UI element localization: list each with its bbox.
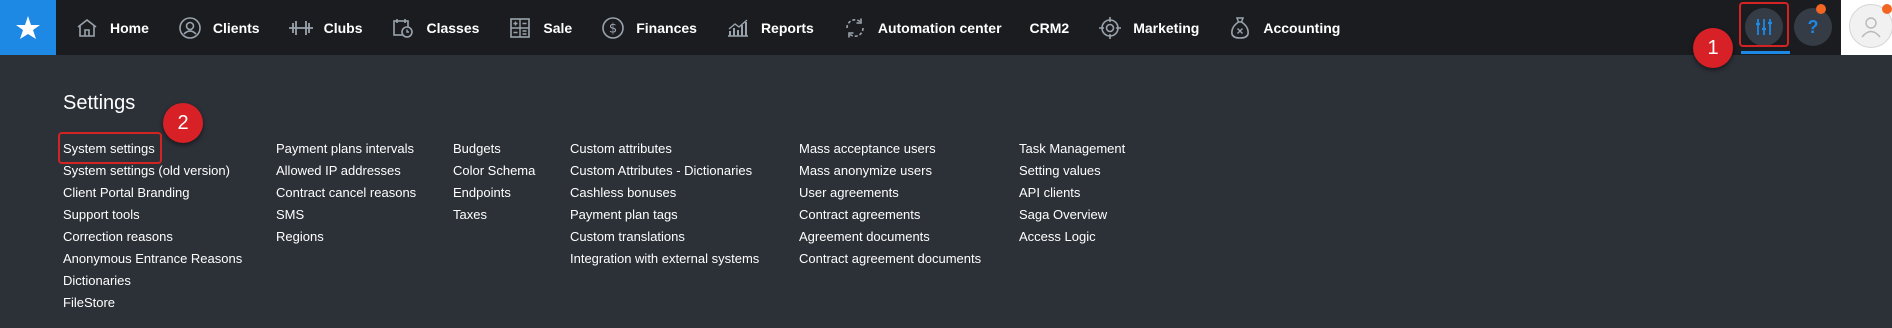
- nav-label: Classes: [426, 19, 480, 36]
- nav-label: Finances: [636, 19, 697, 36]
- nav-label: Home: [110, 19, 149, 36]
- link-regions[interactable]: Regions: [276, 226, 416, 248]
- link-mass-anonymize-users[interactable]: Mass anonymize users: [799, 160, 981, 182]
- link-integration-external-systems[interactable]: Integration with external systems: [570, 248, 759, 270]
- link-allowed-ip-addresses[interactable]: Allowed IP addresses: [276, 160, 416, 182]
- settings-active-indicator: [1741, 51, 1790, 54]
- calendar-clock-icon: [390, 15, 416, 41]
- link-filestore[interactable]: FileStore: [63, 292, 242, 314]
- link-custom-attributes-dictionaries[interactable]: Custom Attributes - Dictionaries: [570, 160, 759, 182]
- link-payment-plans-intervals[interactable]: Payment plans intervals: [276, 138, 416, 160]
- link-support-tools[interactable]: Support tools: [63, 204, 242, 226]
- link-saga-overview[interactable]: Saga Overview: [1019, 204, 1125, 226]
- settings-column-2: Payment plans intervals Allowed IP addre…: [276, 138, 416, 248]
- callout-number: 2: [177, 111, 189, 134]
- chart-icon: [725, 15, 751, 41]
- nav-item-sale[interactable]: Sale: [493, 0, 586, 55]
- nav-label: Reports: [760, 19, 814, 36]
- link-custom-translations[interactable]: Custom translations: [570, 226, 759, 248]
- link-color-schema[interactable]: Color Schema: [453, 160, 535, 182]
- callout-number: 1: [1707, 36, 1719, 59]
- nav-item-classes[interactable]: Classes: [376, 0, 493, 55]
- nav-label: CRM2: [1029, 19, 1070, 36]
- link-contract-cancel-reasons[interactable]: Contract cancel reasons: [276, 182, 416, 204]
- target-icon: [1097, 15, 1123, 41]
- main-nav: Home Clients Clubs Classes Sale $ Financ…: [60, 0, 1354, 55]
- notification-dot: [1816, 4, 1826, 14]
- link-correction-reasons[interactable]: Correction reasons: [63, 226, 242, 248]
- link-custom-attributes[interactable]: Custom attributes: [570, 138, 759, 160]
- app-logo[interactable]: [0, 0, 56, 55]
- nav-label: Sale: [543, 19, 573, 36]
- nav-item-clubs[interactable]: Clubs: [274, 0, 377, 55]
- nav-label: Marketing: [1133, 19, 1200, 36]
- help-icon: ?: [1807, 16, 1819, 37]
- nav-label: Clients: [212, 19, 260, 36]
- settings-title: Settings: [63, 92, 136, 114]
- link-api-clients[interactable]: API clients: [1019, 182, 1125, 204]
- settings-column-4: Custom attributes Custom Attributes - Di…: [570, 138, 759, 270]
- link-mass-acceptance-users[interactable]: Mass acceptance users: [799, 138, 981, 160]
- link-task-management[interactable]: Task Management: [1019, 138, 1125, 160]
- link-user-agreements[interactable]: User agreements: [799, 182, 981, 204]
- link-access-logic[interactable]: Access Logic: [1019, 226, 1125, 248]
- link-anonymous-entrance-reasons[interactable]: Anonymous Entrance Reasons: [63, 248, 242, 270]
- link-endpoints[interactable]: Endpoints: [453, 182, 535, 204]
- avatar-notification-dot: [1882, 4, 1892, 14]
- star-logo-icon: [16, 15, 40, 39]
- settings-column-6: Task Management Setting values API clien…: [1019, 138, 1125, 248]
- nav-item-finances[interactable]: $ Finances: [586, 0, 711, 55]
- clients-icon: [177, 15, 203, 41]
- nav-item-clients[interactable]: Clients: [163, 0, 274, 55]
- user-icon: [1861, 17, 1881, 38]
- help-button[interactable]: ?: [1794, 8, 1832, 46]
- system-settings-highlight-box: [58, 132, 162, 164]
- link-contract-agreement-documents[interactable]: Contract agreement documents: [799, 248, 981, 270]
- nav-item-marketing[interactable]: Marketing: [1083, 0, 1213, 55]
- link-client-portal-branding[interactable]: Client Portal Branding: [63, 182, 242, 204]
- nav-item-crm2[interactable]: CRM2: [1016, 0, 1084, 55]
- dumbbell-icon: [288, 15, 314, 41]
- callout-marker-1: 1: [1693, 28, 1733, 68]
- dollar-coin-icon: $: [600, 15, 626, 41]
- link-taxes[interactable]: Taxes: [453, 204, 535, 226]
- home-icon: [74, 15, 100, 41]
- link-cashless-bonuses[interactable]: Cashless bonuses: [570, 182, 759, 204]
- link-payment-plan-tags[interactable]: Payment plan tags: [570, 204, 759, 226]
- link-setting-values[interactable]: Setting values: [1019, 160, 1125, 182]
- calculator-icon: [507, 15, 533, 41]
- link-agreement-documents[interactable]: Agreement documents: [799, 226, 981, 248]
- settings-column-3: Budgets Color Schema Endpoints Taxes: [453, 138, 535, 226]
- nav-item-reports[interactable]: Reports: [711, 0, 828, 55]
- settings-highlight-box: [1739, 2, 1789, 47]
- link-dictionaries[interactable]: Dictionaries: [63, 270, 242, 292]
- money-bag-icon: [1227, 15, 1253, 41]
- link-contract-agreements[interactable]: Contract agreements: [799, 204, 981, 226]
- callout-marker-2: 2: [163, 103, 203, 143]
- nav-item-accounting[interactable]: Accounting: [1213, 0, 1354, 55]
- sync-icon: [842, 15, 868, 41]
- nav-label: Automation center: [877, 19, 1002, 36]
- top-navigation-bar: Home Clients Clubs Classes Sale $ Financ…: [0, 0, 1892, 55]
- settings-column-1: System settings System settings (old ver…: [63, 138, 242, 314]
- nav-label: Clubs: [323, 19, 363, 36]
- link-sms[interactable]: SMS: [276, 204, 416, 226]
- nav-item-automation-center[interactable]: Automation center: [828, 0, 1016, 55]
- link-budgets[interactable]: Budgets: [453, 138, 535, 160]
- svg-text:$: $: [609, 21, 617, 36]
- settings-column-5: Mass acceptance users Mass anonymize use…: [799, 138, 981, 270]
- nav-label: Accounting: [1263, 19, 1341, 36]
- nav-item-home[interactable]: Home: [60, 0, 163, 55]
